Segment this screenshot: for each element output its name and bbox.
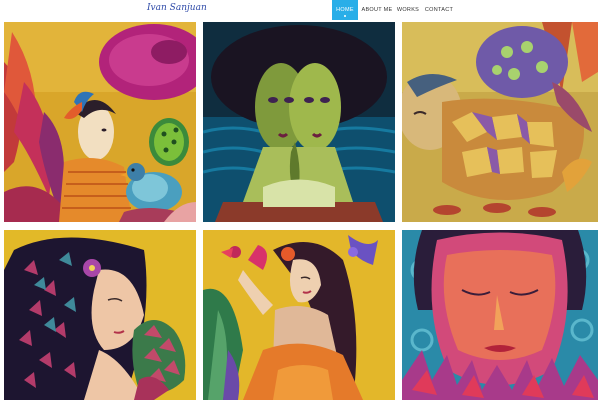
nav-home-label: HOME — [336, 7, 354, 13]
nav-contact[interactable]: CONTACT — [424, 0, 454, 20]
nav-home[interactable]: HOME — [332, 0, 358, 20]
gallery-item-6[interactable] — [402, 230, 598, 400]
artwork-two-faces-in-water — [203, 22, 395, 222]
nav-about-me[interactable]: ABOUT ME — [360, 0, 394, 20]
gallery-item-1[interactable] — [4, 22, 196, 222]
nav-works[interactable]: WORKS — [396, 0, 420, 20]
nav-contact-label: CONTACT — [424, 7, 454, 13]
nav-about-me-label: ABOUT ME — [361, 7, 393, 13]
site-logo[interactable]: Ivan Sanjuan — [147, 3, 207, 13]
artwork-woman-holding-bird — [203, 230, 395, 400]
gallery-item-3[interactable] — [402, 22, 598, 222]
artwork-woman-with-flower-in-hair — [4, 230, 196, 400]
site-header: Ivan Sanjuan HOME ABOUT ME WORKS CONTACT — [0, 0, 600, 20]
artwork-portrait-with-closed-eyes — [402, 230, 598, 400]
main-nav: HOME ABOUT ME WORKS CONTACT — [332, 0, 454, 20]
gallery-item-2[interactable] — [203, 22, 395, 222]
nav-works-label: WORKS — [396, 7, 420, 13]
gallery-item-5[interactable] — [203, 230, 395, 400]
artwork-figure-with-birds — [4, 22, 196, 222]
artwork-sleeping-figure-with-patchwork — [402, 22, 598, 222]
gallery-item-4[interactable] — [4, 230, 196, 400]
active-indicator-icon — [344, 15, 346, 17]
